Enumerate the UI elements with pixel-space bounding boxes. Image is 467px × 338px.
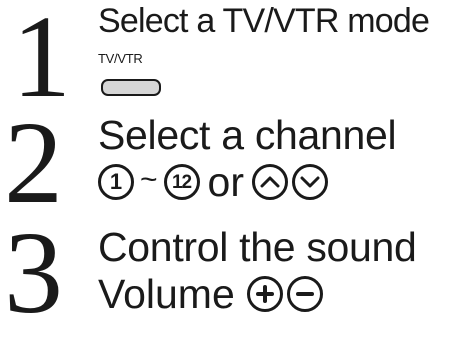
tv-vtr-button[interactable] (101, 79, 161, 96)
step-2-heading: Select a channel (98, 112, 397, 158)
channel-up-button[interactable] (252, 164, 288, 200)
channel-12-button[interactable]: 12 (163, 164, 200, 200)
volume-label: Volume (98, 270, 235, 317)
step-number-3: 3 (4, 207, 63, 338)
minus-icon (295, 292, 314, 296)
or-text: or (207, 158, 244, 205)
range-separator: ~ (140, 163, 158, 196)
volume-up-button[interactable] (246, 276, 283, 312)
step-1-heading: Select a TV/VTR mode (98, 2, 430, 40)
channel-1-button[interactable]: 1 (98, 164, 134, 200)
step-3-heading: Control the sound (98, 224, 417, 270)
volume-controls-row: Volume (98, 272, 323, 316)
chevron-down-icon (300, 176, 320, 188)
plus-icon (255, 285, 274, 303)
tv-vtr-button-label: TV/VTR (98, 51, 143, 66)
chevron-up-icon (260, 176, 280, 188)
step-number-2: 2 (4, 97, 63, 228)
channel-controls-row: 1 ~ 12 or (98, 160, 328, 204)
channel-down-button[interactable] (292, 164, 328, 200)
volume-down-button[interactable] (286, 276, 323, 312)
